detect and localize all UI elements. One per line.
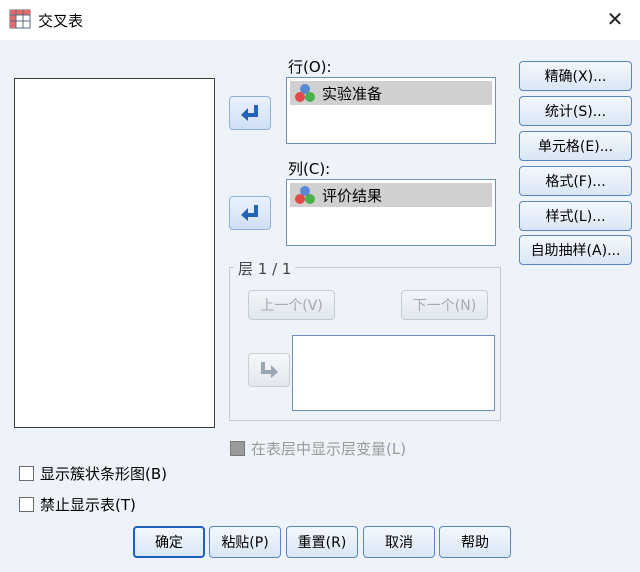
layer-list[interactable]: [292, 335, 495, 411]
move-to-layer-button[interactable]: [248, 353, 290, 387]
move-to-rows-button[interactable]: [229, 96, 271, 130]
show-layer-vars-label: 在表层中显示层变量(L): [251, 440, 407, 458]
columns-list-item[interactable]: 评价结果: [290, 183, 492, 207]
title-bar: 交叉表 ✕: [0, 0, 640, 40]
previous-layer-button[interactable]: 上一个(V): [248, 290, 335, 320]
next-layer-button[interactable]: 下一个(N): [401, 290, 488, 320]
suppress-tables-label: 禁止显示表(T): [40, 496, 136, 514]
window-title: 交叉表: [38, 12, 84, 30]
clustered-bar-option: 显示簇状条形图(B): [19, 463, 167, 484]
rows-list[interactable]: 实验准备: [286, 77, 496, 144]
suppress-tables-option: 禁止显示表(T): [19, 494, 136, 515]
arrow-left-icon: [241, 105, 258, 121]
clustered-bar-label: 显示簇状条形图(B): [40, 465, 167, 483]
show-layer-vars-option: 在表层中显示层变量(L): [230, 438, 406, 459]
column-variable-name: 评价结果: [322, 186, 383, 205]
source-variable-list[interactable]: [14, 78, 215, 428]
reset-button[interactable]: 重置(R): [286, 526, 358, 558]
paste-button[interactable]: 粘贴(P): [209, 526, 281, 558]
arrow-right-icon: [261, 362, 278, 378]
rows-list-item[interactable]: 实验准备: [290, 81, 492, 105]
move-to-columns-button[interactable]: [229, 196, 271, 230]
format-button[interactable]: 格式(F)...: [519, 166, 632, 196]
row-variable-name: 实验准备: [322, 84, 383, 103]
bootstrap-button[interactable]: 自助抽样(A)...: [519, 235, 632, 265]
cancel-button[interactable]: 取消: [363, 526, 435, 558]
nominal-variable-icon: [295, 186, 315, 204]
show-layer-vars-checkbox[interactable]: [230, 441, 245, 456]
clustered-bar-checkbox[interactable]: [19, 466, 34, 481]
layer-title: 层 1 / 1: [234, 258, 296, 279]
columns-label: 列(C):: [288, 160, 331, 178]
crosstabs-app-icon: [9, 9, 31, 29]
exact-button[interactable]: 精确(X)...: [519, 61, 632, 91]
close-icon[interactable]: ✕: [604, 8, 626, 30]
help-button[interactable]: 帮助: [439, 526, 511, 558]
statistics-button[interactable]: 统计(S)...: [519, 96, 632, 126]
nominal-variable-icon: [295, 84, 315, 102]
suppress-tables-checkbox[interactable]: [19, 497, 34, 512]
crosstabs-dialog: 交叉表 ✕ 行(O): 实验准备 列(C): 评价结果 精确(X)... 统计(…: [0, 0, 640, 572]
columns-list[interactable]: 评价结果: [286, 179, 496, 246]
cells-button[interactable]: 单元格(E)...: [519, 131, 632, 161]
ok-button[interactable]: 确定: [133, 526, 205, 558]
rows-label: 行(O):: [288, 58, 332, 76]
style-button[interactable]: 样式(L)...: [519, 201, 632, 231]
arrow-left-icon: [241, 205, 258, 221]
